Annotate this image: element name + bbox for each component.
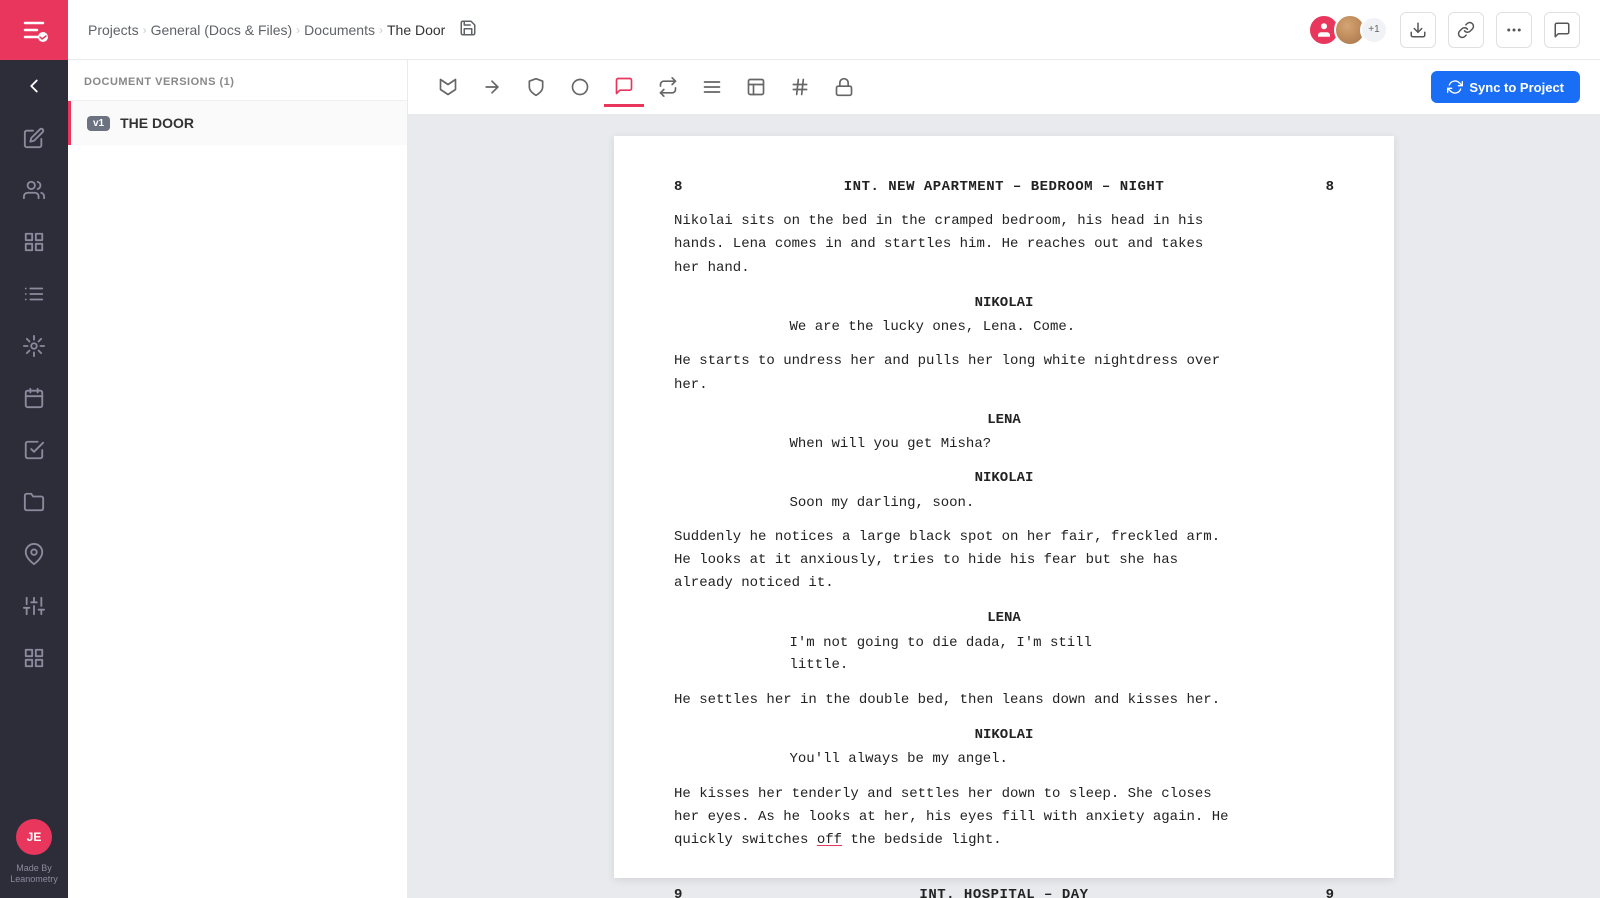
app-logo[interactable] [0, 0, 68, 60]
made-by-label: Made By Leanometry [10, 863, 58, 886]
sidebar-item-calendar[interactable] [0, 372, 68, 424]
action-text-3: Suddenly he notices a large black spot o… [674, 526, 1334, 595]
breadcrumb-current: The Door [387, 22, 445, 38]
dialogue-nikolai-1: We are the lucky ones, Lena. Come. [790, 316, 1219, 338]
breadcrumb-general[interactable]: General (Docs & Files) [151, 22, 293, 38]
sidebar-item-users[interactable] [0, 164, 68, 216]
top-header: Projects › General (Docs & Files) › Docu… [68, 0, 1600, 60]
sync-to-project-button[interactable]: Sync to Project [1431, 71, 1580, 103]
dialogue-lena-1: When will you get Misha? [790, 433, 1219, 455]
version-badge: v1 [87, 116, 110, 131]
user-avatar[interactable]: JE [16, 819, 52, 855]
character-lena-2: LENA [674, 607, 1334, 629]
more-button[interactable] [1496, 12, 1532, 48]
avatar-count: +1 [1360, 16, 1388, 44]
breadcrumb-sep-3: › [379, 23, 383, 37]
toolbar-box-btn[interactable] [736, 67, 776, 107]
toolbar-menu-btn[interactable] [692, 67, 732, 107]
sidebar-item-edit[interactable] [0, 112, 68, 164]
sidebar-item-integrations[interactable] [0, 320, 68, 372]
breadcrumb-projects[interactable]: Projects [88, 22, 139, 38]
header-actions: +1 [1308, 12, 1580, 48]
avatar-group: +1 [1308, 14, 1388, 46]
toolbar-shield-btn[interactable] [516, 67, 556, 107]
sync-label: Sync to Project [1469, 80, 1564, 95]
dialogue-nikolai-2: Soon my darling, soon. [790, 492, 1219, 514]
content-area: DOCUMENT VERSIONS (1) v1 THE DOOR [68, 60, 1600, 898]
sidebar-item-location[interactable] [0, 528, 68, 580]
script-toolbar: Sync to Project [408, 60, 1600, 116]
document-versions-header: DOCUMENT VERSIONS (1) [68, 60, 407, 101]
toolbar-circle-btn[interactable] [560, 67, 600, 107]
document-sidebar: DOCUMENT VERSIONS (1) v1 THE DOOR [68, 60, 408, 898]
action-text-4: He settles her in the double bed, then l… [674, 689, 1334, 712]
scene-number-9: 9 [674, 884, 682, 898]
character-lena-1: LENA [674, 409, 1334, 431]
script-area: Sync to Project 8 INT. NEW APARTMENT – B… [408, 60, 1600, 898]
toolbar-arrow-btn[interactable] [472, 67, 512, 107]
save-icon[interactable] [459, 19, 477, 40]
download-button[interactable] [1400, 12, 1436, 48]
character-nikolai-2: NIKOLAI [674, 467, 1334, 489]
character-nikolai-1: NIKOLAI [674, 292, 1334, 314]
action-text-5: He kisses her tenderly and settles her d… [674, 783, 1334, 852]
action-text-1: Nikolai sits on the bed in the cramped b… [674, 210, 1334, 279]
scene-title-8: INT. NEW APARTMENT – BEDROOM – NIGHT [844, 176, 1164, 198]
main-container: Projects › General (Docs & Files) › Docu… [68, 0, 1600, 898]
toolbar-scene-btn[interactable] [428, 67, 468, 107]
dialogue-nikolai-3: You'll always be my angel. [790, 748, 1219, 770]
character-nikolai-3: NIKOLAI [674, 724, 1334, 746]
toolbar-lock-btn[interactable] [824, 67, 864, 107]
toolbar-arrows-btn[interactable] [648, 67, 688, 107]
version-title: THE DOOR [120, 115, 194, 131]
underline-off: off [817, 832, 842, 848]
sidebar-item-files[interactable] [0, 476, 68, 528]
comment-button[interactable] [1544, 12, 1580, 48]
dialogue-lena-2: I'm not going to die dada, I'm stilllitt… [790, 632, 1219, 677]
scene-heading-8: 8 INT. NEW APARTMENT – BEDROOM – NIGHT 8 [674, 176, 1334, 198]
sidebar-item-tasks[interactable] [0, 424, 68, 476]
scene-number-8-end: 8 [1326, 176, 1334, 198]
sidebar-item-back[interactable] [0, 60, 68, 112]
sidebar-item-settings[interactable] [0, 580, 68, 632]
script-content[interactable]: 8 INT. NEW APARTMENT – BEDROOM – NIGHT 8… [408, 116, 1600, 898]
sidebar-item-board[interactable] [0, 216, 68, 268]
breadcrumb-sep-2: › [296, 23, 300, 37]
left-sidebar: JE Made By Leanometry [0, 0, 68, 898]
toolbar-comment-btn[interactable] [604, 67, 644, 107]
scene-number-9-end: 9 [1326, 884, 1334, 898]
script-page: 8 INT. NEW APARTMENT – BEDROOM – NIGHT 8… [614, 136, 1394, 878]
toolbar-number-btn[interactable] [780, 67, 820, 107]
link-button[interactable] [1448, 12, 1484, 48]
scene-heading-9: 9 INT. HOSPITAL – DAY 9 [674, 884, 1334, 898]
sidebar-item-list[interactable] [0, 268, 68, 320]
breadcrumb: Projects › General (Docs & Files) › Docu… [88, 19, 1308, 40]
breadcrumb-sep-1: › [143, 23, 147, 37]
scene-number-8: 8 [674, 176, 682, 198]
sidebar-item-grid[interactable] [0, 632, 68, 684]
document-version-item[interactable]: v1 THE DOOR [68, 101, 407, 145]
scene-title-9: INT. HOSPITAL – DAY [919, 884, 1088, 898]
action-text-2: He starts to undress her and pulls her l… [674, 350, 1334, 396]
breadcrumb-documents[interactable]: Documents [304, 22, 375, 38]
